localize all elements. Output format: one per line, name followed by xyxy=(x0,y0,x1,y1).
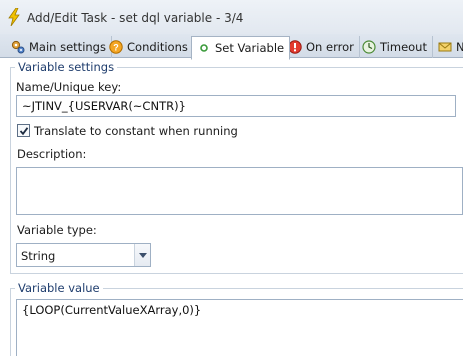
variable-value-textarea[interactable]: {LOOP(CurrentValueXArray,0)} xyxy=(16,299,463,356)
name-label: Name/Unique key: xyxy=(16,80,122,94)
timeout-icon xyxy=(362,40,376,54)
mail-icon xyxy=(438,40,452,54)
tab-set-variable[interactable]: Set Variable xyxy=(191,36,291,60)
dot-icon xyxy=(197,41,211,55)
translate-label[interactable]: Translate to constant when running xyxy=(34,124,238,138)
tab-label: Set Variable xyxy=(215,41,285,55)
set-variable-panel: Variable settings Name/Unique key: ~JTIN… xyxy=(0,58,463,356)
group-title: Variable value xyxy=(15,281,103,295)
variable-type-value: String xyxy=(21,249,56,263)
svg-text:?: ? xyxy=(113,43,119,53)
question-icon: ? xyxy=(109,40,123,54)
tab-label: Main settings xyxy=(29,40,106,54)
tab-strip: Main settings ? Conditions Set Variable xyxy=(0,34,463,60)
description-textarea[interactable] xyxy=(16,167,463,215)
tab-conditions[interactable]: ? Conditions xyxy=(104,36,194,58)
tab-label: On error xyxy=(306,40,354,54)
gears-icon xyxy=(11,40,25,54)
group-title: Variable settings xyxy=(15,60,118,74)
tab-label: N xyxy=(456,40,463,54)
tab-next-truncated[interactable]: N xyxy=(433,36,463,58)
variable-type-select[interactable]: String xyxy=(16,243,151,267)
window-title: Add/Edit Task - set dql variable - 3/4 xyxy=(27,11,244,25)
lightning-icon xyxy=(6,7,22,27)
tab-main-settings[interactable]: Main settings xyxy=(6,36,112,58)
translate-checkbox[interactable] xyxy=(17,124,30,137)
tab-on-error[interactable]: On error xyxy=(283,36,360,58)
tab-timeout[interactable]: Timeout xyxy=(357,36,433,58)
title-bar[interactable]: Add/Edit Task - set dql variable - 3/4 xyxy=(0,0,463,34)
description-label: Description: xyxy=(17,147,87,161)
variable-type-label: Variable type: xyxy=(17,223,97,237)
tab-label: Conditions xyxy=(127,40,188,54)
name-unique-key-input[interactable]: ~JTINV_{USERVAR(~CNTR)} xyxy=(16,95,456,117)
tab-label: Timeout xyxy=(380,40,427,54)
chevron-down-icon[interactable] xyxy=(134,244,150,266)
add-edit-task-window: Add/Edit Task - set dql variable - 3/4 M… xyxy=(0,0,463,356)
